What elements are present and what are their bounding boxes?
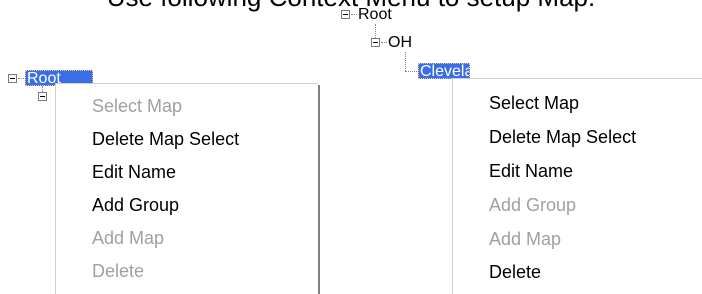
right-tree-oh-label[interactable]: OH <box>388 34 412 52</box>
tree-connector <box>18 78 24 79</box>
tree-connector <box>405 52 406 71</box>
tree-connector <box>351 14 357 15</box>
menu-item-add-group[interactable]: Add Group <box>92 195 179 215</box>
menu-item-add-map: Add Map <box>489 229 562 249</box>
right-context-menu: Select Map Delete Map Select Edit Name A… <box>452 78 702 294</box>
tree-connector <box>405 71 417 72</box>
menu-item-select-map: Select Map <box>92 96 183 116</box>
right-tree-selected-label: Cleveland <box>420 63 469 79</box>
left-child-collapse-icon[interactable] <box>38 92 47 101</box>
menu-item-select-map[interactable]: Select Map <box>489 93 579 113</box>
menu-item-delete: Delete <box>92 261 145 281</box>
right-tree-root-label[interactable]: Root <box>358 6 392 24</box>
left-root-collapse-icon[interactable] <box>8 74 17 83</box>
menu-item-add-group: Add Group <box>489 195 577 215</box>
right-tree-selected-node[interactable]: Cleveland <box>418 63 470 79</box>
menu-item-delete-map-select[interactable]: Delete Map Select <box>92 129 239 149</box>
page-heading: Use following Context Menu to setup Map: <box>0 0 702 12</box>
tree-connector <box>381 42 387 43</box>
menu-item-delete-map-select[interactable]: Delete Map Select <box>489 127 636 147</box>
left-context-menu: Select Map Delete Map Select Edit Name A… <box>55 83 318 294</box>
menu-item-add-map: Add Map <box>92 228 165 248</box>
right-oh-collapse-icon[interactable] <box>371 38 380 47</box>
right-root-collapse-icon[interactable] <box>341 10 350 19</box>
menu-item-edit-name[interactable]: Edit Name <box>489 161 573 181</box>
menu-item-edit-name[interactable]: Edit Name <box>92 162 176 182</box>
menu-item-delete[interactable]: Delete <box>489 262 541 282</box>
tree-connector <box>375 24 376 38</box>
